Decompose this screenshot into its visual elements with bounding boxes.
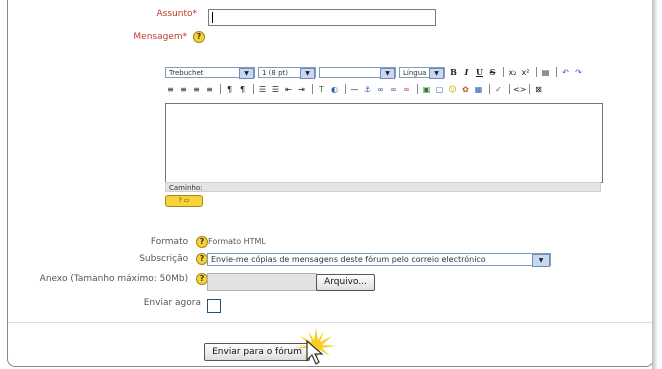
toolbar-separator — [417, 84, 418, 94]
message-textarea[interactable] — [165, 103, 603, 183]
text-cursor — [212, 12, 213, 23]
format-label-text: Formato — [150, 237, 189, 247]
outdent-button[interactable]: ⇤ — [283, 84, 294, 95]
text-color-button[interactable]: T — [316, 84, 327, 95]
chevron-down-icon: ▼ — [532, 254, 550, 267]
superscript-button[interactable]: x² — [520, 67, 531, 78]
align-right-button[interactable]: ≡ — [191, 84, 202, 95]
subscription-label-text: Subscrição — [139, 254, 189, 264]
link-button[interactable]: ∞ — [375, 84, 386, 95]
horizontal-rule-button[interactable]: — — [349, 84, 360, 95]
spellcheck-button[interactable]: ✓ — [493, 84, 504, 95]
subject-label-text: Assunto — [156, 9, 193, 19]
size-select-value: 1 (8 pt) — [262, 68, 289, 77]
attachment-label: Anexo (Tamanho máximo: 50Mb) ? — [0, 273, 208, 285]
message-label: Mensagem* ? — [80, 31, 205, 43]
ordered-list-button[interactable]: ☰ — [257, 84, 268, 95]
subject-label: Assunto* — [90, 9, 197, 19]
table-button[interactable]: ▢ — [434, 84, 445, 95]
subject-input[interactable] — [208, 9, 436, 26]
indent-button[interactable]: ⇥ — [296, 84, 307, 95]
special-char-button[interactable]: ✿ — [460, 84, 471, 95]
editor-help-button[interactable]: ? ▭ — [165, 195, 203, 207]
smiley-button[interactable]: ☺ — [447, 84, 458, 95]
unordered-list-button[interactable]: ☰ — [270, 84, 281, 95]
toolbar-separator — [509, 84, 510, 94]
rtl-button[interactable]: ¶ — [237, 84, 248, 95]
insert-file-button[interactable]: ▦ — [473, 84, 484, 95]
redo-button[interactable]: ↷ — [573, 67, 584, 78]
help-icon: ? — [178, 197, 182, 204]
style-select[interactable]: ▼ — [319, 66, 396, 79]
editor-toolbar-row-2: ≡ ≡ ≡ ≡ ¶ ¶ ☰ ☰ ⇤ ⇥ T ◐ — ⚓ ∞ ∞ ∞ ▣ ▢ ☺ … — [165, 82, 546, 96]
subscription-select-value: Envie-me cópias de mensagens deste fórum… — [211, 255, 486, 264]
clean-word-button[interactable]: ▤ — [540, 67, 551, 78]
italic-button[interactable]: I — [461, 67, 472, 78]
anchor-button[interactable]: ⚓ — [362, 84, 373, 95]
subscription-label: Subscrição ? — [110, 253, 208, 265]
image-button[interactable]: ▣ — [421, 84, 432, 95]
send-now-checkbox[interactable] — [207, 299, 221, 313]
bold-button[interactable]: B — [448, 67, 459, 78]
background-color-button[interactable]: ◐ — [329, 84, 340, 95]
align-center-button[interactable]: ≡ — [178, 84, 189, 95]
divider — [8, 322, 652, 323]
help-icon[interactable]: ? — [193, 31, 205, 43]
required-star-icon: * — [192, 9, 198, 19]
editor-toolbar-row-1: Trebuchet ▼ 1 (8 pt) ▼ ▼ Língua ▼ B I U S x… — [165, 65, 586, 79]
toolbar-separator — [220, 84, 221, 94]
underline-button[interactable]: U — [474, 67, 485, 78]
language-select-value: Língua — [403, 68, 427, 77]
font-select-value: Trebuchet — [169, 68, 204, 77]
justify-button[interactable]: ≡ — [204, 84, 215, 95]
toolbar-separator — [556, 67, 557, 77]
required-star-icon: * — [182, 32, 188, 42]
browse-button[interactable]: Arquivo... — [316, 274, 375, 291]
chevron-down-icon: ▼ — [300, 67, 315, 79]
language-select[interactable]: Língua ▼ — [399, 66, 445, 79]
message-label-text: Mensagem — [133, 32, 183, 42]
toolbar-separator — [503, 67, 504, 77]
send-now-label: Enviar agora — [143, 298, 201, 308]
size-select[interactable]: 1 (8 pt) ▼ — [258, 66, 316, 79]
undo-button[interactable]: ↶ — [560, 67, 571, 78]
subscription-select[interactable]: Envie-me cópias de mensagens deste fórum… — [207, 253, 551, 267]
unlink-button[interactable]: ∞ — [388, 84, 399, 95]
font-select[interactable]: Trebuchet ▼ — [165, 66, 255, 79]
toolbar-separator — [529, 84, 530, 94]
toolbar-separator — [536, 67, 537, 77]
strikethrough-button[interactable]: S — [487, 67, 498, 78]
chevron-down-icon: ▼ — [380, 67, 395, 79]
format-label: Formato ? — [140, 236, 208, 248]
subscript-button[interactable]: x₂ — [507, 67, 518, 78]
attachment-label-text: Anexo (Tamanho máximo: 50Mb) — [39, 274, 189, 284]
attachment-file-input[interactable] — [207, 273, 317, 291]
path-label: Caminho: — [169, 184, 203, 192]
nolink-button[interactable]: ∞ — [401, 84, 412, 95]
mouse-cursor-icon — [306, 340, 324, 365]
format-value: Formato HTML — [208, 237, 266, 246]
ltr-button[interactable]: ¶ — [224, 84, 235, 95]
editor-path-bar: Caminho: — [165, 182, 601, 192]
html-editor: Trebuchet ▼ 1 (8 pt) ▼ ▼ Língua ▼ B I U S x… — [165, 65, 603, 207]
toolbar-separator — [312, 84, 313, 94]
html-source-button[interactable]: <> — [513, 84, 526, 95]
toolbar-separator — [489, 84, 490, 94]
align-left-button[interactable]: ≡ — [165, 84, 176, 95]
help-icon[interactable]: ? — [196, 236, 208, 248]
toolbar-separator — [345, 84, 346, 94]
toolbar-separator — [253, 84, 254, 94]
fullscreen-button[interactable]: ⊠ — [533, 84, 544, 95]
panel-shadow — [652, 0, 658, 369]
chevron-down-icon: ▼ — [239, 67, 254, 79]
chevron-down-icon: ▼ — [429, 67, 444, 79]
